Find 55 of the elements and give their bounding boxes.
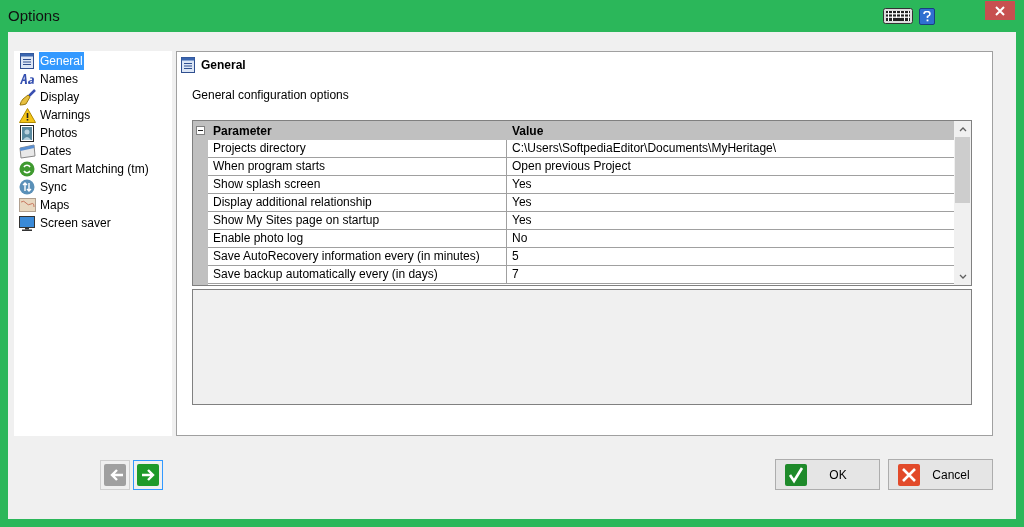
sidebar-item[interactable]: Sync (39, 178, 68, 196)
sidebar-item[interactable]: Photos (39, 124, 79, 142)
table-cell-text: 5 (511, 248, 520, 265)
table-cell-text: C:\Users\SoftpediaEditor\Documents\MyHeritage\ (511, 140, 778, 157)
forward-button[interactable] (133, 459, 163, 490)
sidebar-item[interactable]: Screen saver (39, 214, 112, 232)
font-icon (18, 73, 36, 85)
sync-icon (19, 179, 35, 195)
cross-icon (898, 463, 920, 486)
column-header[interactable]: Parameter (208, 121, 507, 140)
table-cell: Save backup automatically every (in days) (208, 266, 507, 283)
sidebar-item[interactable]: Maps (39, 196, 71, 214)
table-cell-text: Yes (511, 194, 533, 211)
cancel-button[interactable]: Cancel (888, 459, 993, 490)
map-icon (18, 198, 36, 212)
panel-title: General (201, 56, 246, 74)
table-cell: Projects directory (208, 140, 507, 157)
table-cell-text: No (511, 230, 529, 247)
table-cell-text: 7 (511, 266, 520, 283)
sidebar-item[interactable]: Dates (39, 142, 73, 160)
scroll-down-icon[interactable] (958, 274, 967, 279)
recycle-icon (19, 161, 35, 177)
table-cell: Show splash screen (208, 176, 507, 193)
table-cell-text: Yes (511, 176, 533, 193)
window-title: Options (8, 5, 60, 26)
table-cell-text: Yes (511, 212, 533, 229)
close-icon (995, 5, 1005, 16)
portrait-icon (20, 124, 34, 142)
sidebar-item[interactable]: Display (39, 88, 81, 106)
scrollbar[interactable] (954, 121, 971, 285)
table-cell: Show My Sites page on startup (208, 212, 507, 229)
document-icon (20, 53, 34, 69)
close-button[interactable] (985, 1, 1015, 20)
sidebar-item[interactable]: Smart Matching (tm) (39, 160, 150, 178)
document-icon (181, 56, 195, 73)
calendar-icon (18, 143, 36, 159)
sidebar-item[interactable]: Names (39, 70, 79, 88)
help-icon[interactable] (919, 7, 935, 25)
table-cell: When program starts (208, 158, 507, 175)
collapse-icon[interactable] (196, 126, 205, 135)
table-cell: Display additional relationship (208, 194, 507, 211)
scroll-thumb[interactable] (955, 137, 970, 203)
keyboard-icon[interactable] (883, 8, 913, 24)
ok-button[interactable]: OK (775, 459, 880, 490)
monitor-icon (19, 215, 35, 231)
table-cell: Save AutoRecovery information every (in minutes) (208, 248, 507, 265)
column-header[interactable]: Value (507, 121, 954, 140)
scroll-up-icon[interactable] (958, 127, 967, 132)
sidebar-item[interactable]: Warnings (39, 106, 92, 124)
check-icon (785, 463, 807, 486)
warning-icon (18, 107, 36, 123)
panel-description: General configuration options (192, 87, 349, 104)
table-cell-text: Open previous Project (511, 158, 632, 175)
table-cell: Enable photo log (208, 230, 507, 247)
broom-icon (18, 88, 36, 106)
